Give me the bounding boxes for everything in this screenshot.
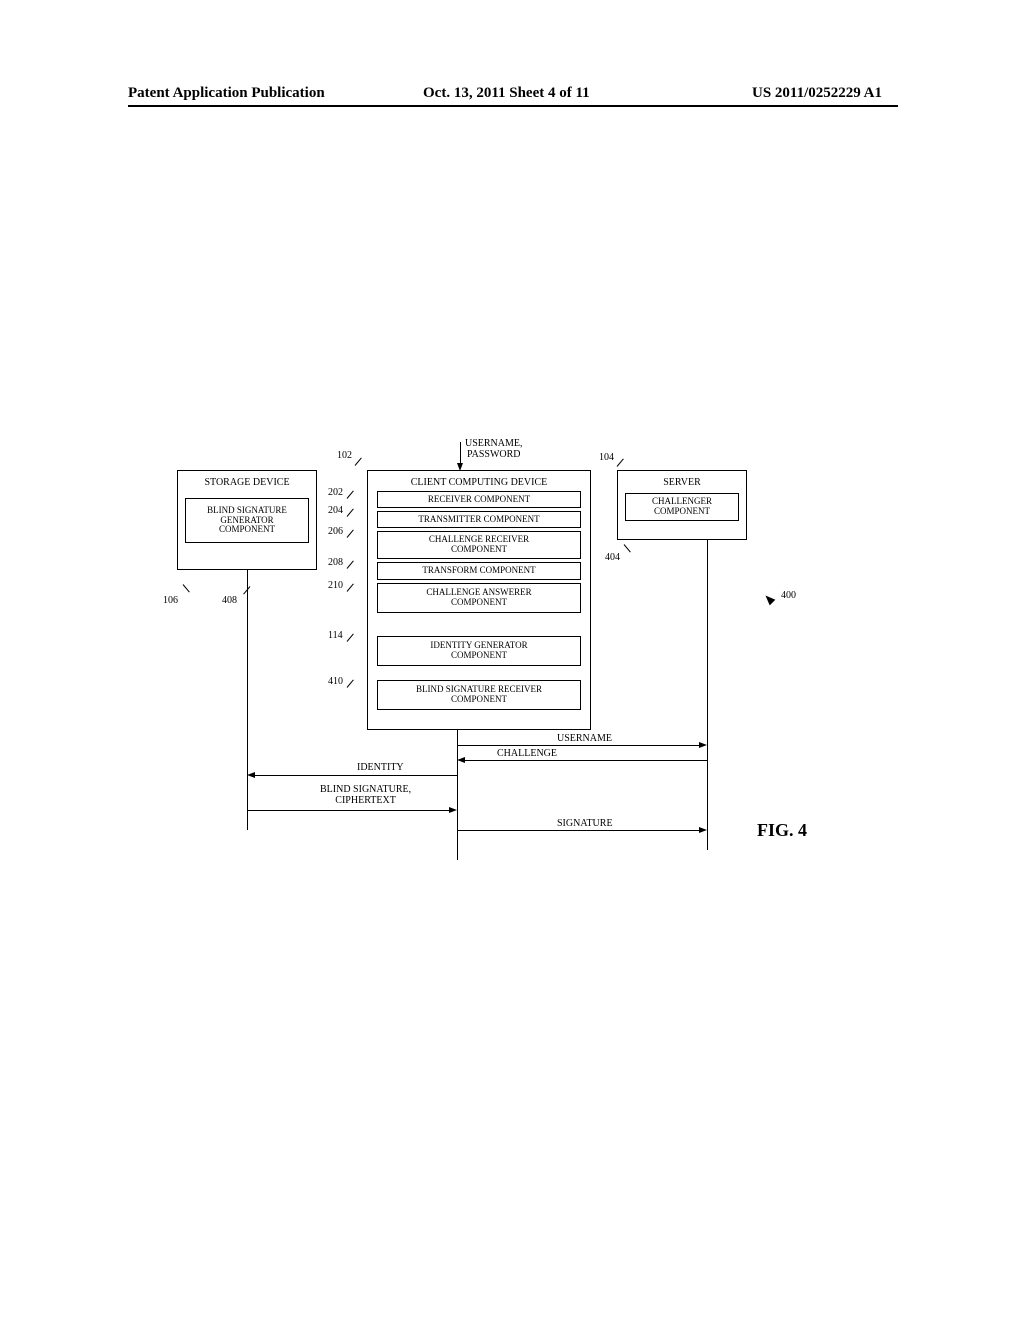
client-c5: CHALLENGE ANSWERER COMPONENT [377,583,581,613]
pointer-400 [763,593,776,606]
tick-204 [347,511,357,521]
client-c6: IDENTITY GENERATOR COMPONENT [377,636,581,666]
blindsig-arrow-head [449,807,457,813]
tick-208 [347,563,357,573]
username-arrow-head [699,742,707,748]
ref-206: 206 [328,526,343,537]
figure-label: FIG. 4 [757,820,807,841]
diagram-container: USERNAME, PASSWORD STORAGE DEVICE BLIND … [167,440,867,890]
client-c3: CHALLENGE RECEIVER COMPONENT [377,531,581,559]
tick-106 [183,580,193,590]
ref-408: 408 [222,595,237,606]
header-rule [128,105,898,107]
identity-arrow [255,775,458,776]
challenge-label: CHALLENGE [497,748,557,759]
tick-102 [355,460,365,470]
server-title: SERVER [663,477,701,488]
tick-202 [347,493,357,503]
server-lifeline [707,540,708,850]
tick-408 [240,582,250,592]
header-right: US 2011/0252229 A1 [752,85,882,102]
ref-400: 400 [781,590,796,601]
blindsig-label: BLIND SIGNATURE, CIPHERTEXT [320,784,411,806]
ref-210: 210 [328,580,343,591]
ref-104: 104 [599,452,614,463]
server-inner: CHALLENGER COMPONENT [625,493,739,521]
ref-404: 404 [605,552,620,563]
challenge-arrow [465,760,708,761]
username-arrow [457,745,700,746]
client-c2: TRANSMITTER COMPONENT [377,511,581,528]
identity-arrow-head [247,772,255,778]
signature-arrow-head [699,827,707,833]
ref-410: 410 [328,676,343,687]
client-lifeline [457,730,458,860]
identity-label: IDENTITY [357,762,404,773]
ref-106: 106 [163,595,178,606]
ref-114: 114 [328,630,343,641]
blindsig-arrow [247,810,450,811]
ref-208: 208 [328,557,343,568]
tick-206 [347,532,357,542]
input-arrow-line [460,442,461,465]
tick-104 [617,461,627,471]
storage-lifeline [247,570,248,830]
tick-404 [624,540,634,550]
tick-114 [347,636,357,646]
storage-title: STORAGE DEVICE [204,477,289,488]
challenge-arrow-head [457,757,465,763]
client-c1: RECEIVER COMPONENT [377,491,581,508]
tick-410 [347,682,357,692]
storage-inner: BLIND SIGNATURE GENERATOR COMPONENT [185,498,309,543]
signature-label: SIGNATURE [557,818,613,829]
client-title: CLIENT COMPUTING DEVICE [411,477,547,488]
client-c7: BLIND SIGNATURE RECEIVER COMPONENT [377,680,581,710]
ref-202: 202 [328,487,343,498]
username-label: USERNAME [557,733,612,744]
ref-204: 204 [328,505,343,516]
ref-102: 102 [337,450,352,461]
client-c4: TRANSFORM COMPONENT [377,562,581,580]
signature-arrow [457,830,700,831]
input-label: USERNAME, PASSWORD [465,438,523,460]
header-left: Patent Application Publication [128,85,325,102]
tick-210 [347,586,357,596]
header-center: Oct. 13, 2011 Sheet 4 of 11 [423,85,590,102]
